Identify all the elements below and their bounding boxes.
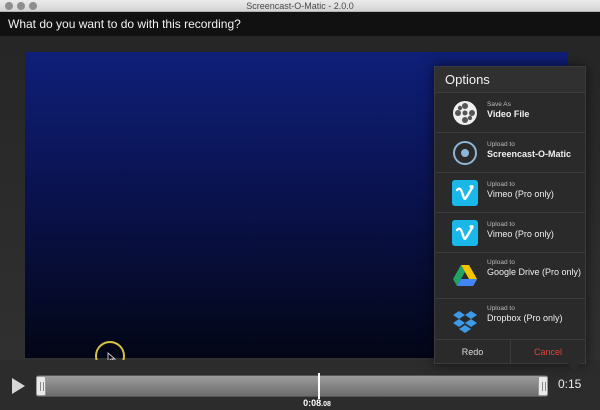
dropbox-icon	[453, 311, 477, 333]
options-panel: Options Save As Video File Upload to Scr…	[434, 66, 586, 371]
options-footer: Redo Cancel	[435, 339, 585, 364]
end-time: 0:15	[558, 377, 582, 391]
play-icon[interactable]	[9, 377, 27, 395]
film-reel-icon	[453, 101, 477, 125]
vimeo-icon	[452, 220, 478, 246]
window-titlebar: Screencast-O-Matic - 2.0.0	[0, 0, 600, 12]
timeline-track[interactable]	[36, 373, 548, 399]
upload-vimeo-option-2[interactable]: Upload to Vimeo (Pro only)	[435, 213, 585, 253]
screencast-o-matic-icon	[453, 141, 477, 165]
options-title: Options	[435, 67, 585, 93]
save-video-file-option[interactable]: Save As Video File	[435, 93, 585, 133]
recording-question: What do you want to do with this recordi…	[0, 12, 600, 36]
playhead[interactable]	[318, 373, 320, 399]
cancel-button[interactable]: Cancel	[510, 340, 585, 364]
playhead-time: 0:08.08	[303, 398, 331, 408]
playback-controls: 0:08.08 0:15	[0, 360, 600, 410]
upload-google-drive-option[interactable]: Upload to Google Drive (Pro only)	[435, 253, 585, 299]
google-drive-icon	[453, 265, 477, 286]
trim-end-handle[interactable]	[538, 376, 548, 396]
vimeo-icon	[452, 180, 478, 206]
trim-start-handle[interactable]	[36, 376, 46, 396]
window-title: Screencast-O-Matic - 2.0.0	[246, 1, 354, 11]
upload-screencast-o-matic-option[interactable]: Upload to Screencast-O-Matic	[435, 133, 585, 173]
redo-button[interactable]: Redo	[435, 340, 510, 364]
upload-vimeo-option[interactable]: Upload to Vimeo (Pro only)	[435, 173, 585, 213]
